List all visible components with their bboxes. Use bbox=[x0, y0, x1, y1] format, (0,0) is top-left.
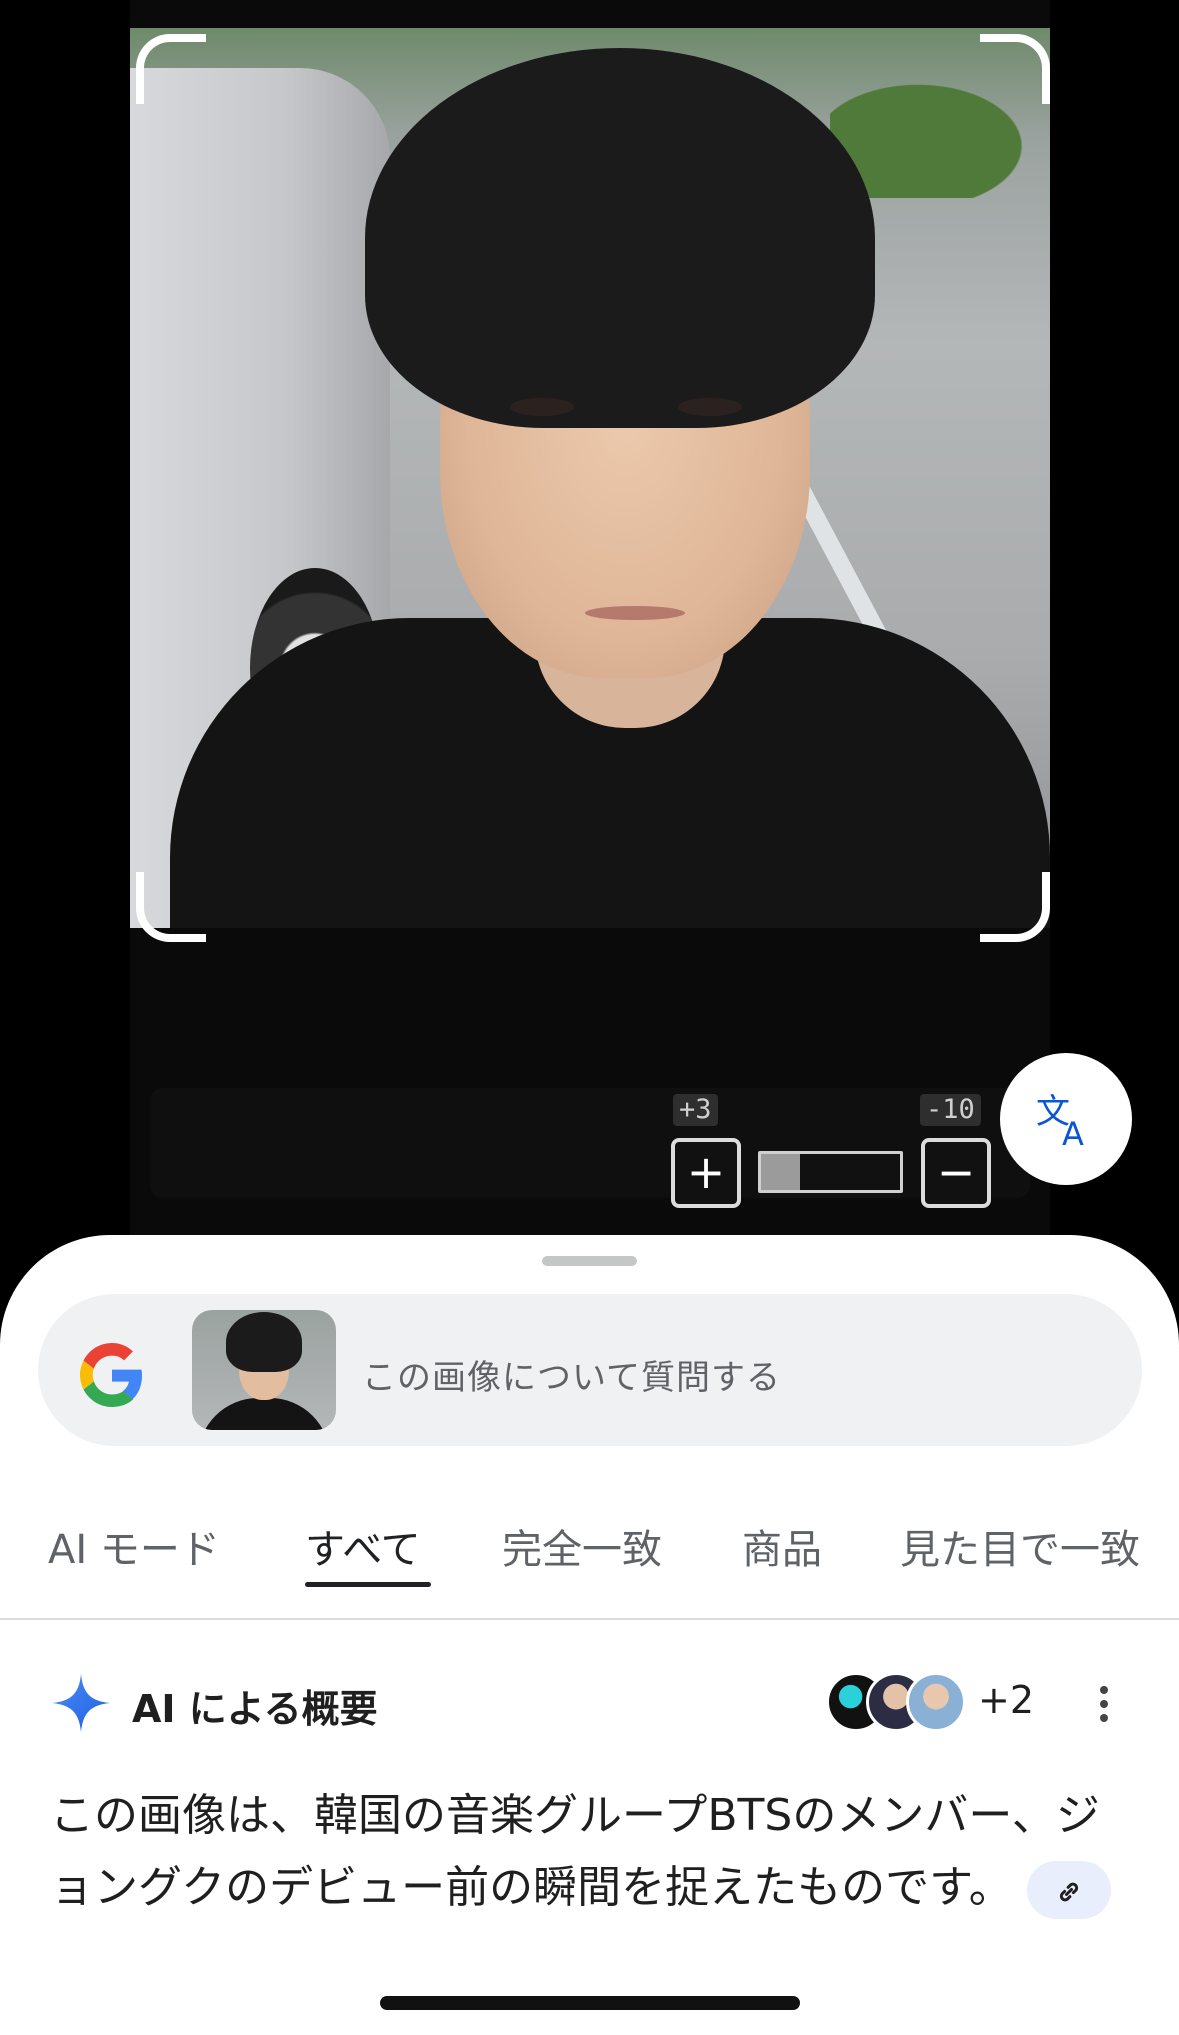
crop-handle-bottom-right[interactable] bbox=[980, 872, 1050, 942]
tab-ai-mode[interactable]: AI モード bbox=[48, 1517, 220, 1575]
svg-text:A: A bbox=[1062, 1115, 1084, 1151]
ai-overview-title: AI による概要 bbox=[132, 1687, 378, 1731]
tab-visual-matches[interactable]: 見た目で一致 bbox=[900, 1517, 1140, 1575]
tab-products[interactable]: 商品 bbox=[742, 1517, 822, 1575]
translate-button[interactable]: 文 A bbox=[1000, 1053, 1132, 1185]
selected-photo bbox=[130, 28, 1050, 928]
zoom-level-bar[interactable] bbox=[758, 1151, 903, 1193]
home-indicator[interactable] bbox=[380, 1996, 800, 2010]
zoom-out-button[interactable]: − bbox=[921, 1138, 991, 1208]
crop-handle-top-left[interactable] bbox=[136, 34, 206, 104]
zoom-in-button[interactable]: + bbox=[671, 1138, 741, 1208]
result-tabs: AI モード すべて 完全一致 商品 見た目で一致 bbox=[0, 1470, 1179, 1620]
source-link-button[interactable] bbox=[1026, 1861, 1111, 1919]
zoom-level-fill bbox=[761, 1154, 800, 1190]
search-placeholder[interactable]: この画像について質問する bbox=[362, 1350, 781, 1399]
sparkle-icon bbox=[51, 1673, 111, 1733]
tab-exact-match[interactable]: 完全一致 bbox=[502, 1517, 662, 1575]
sheet-drag-handle[interactable] bbox=[542, 1256, 637, 1266]
crop-handle-bottom-left[interactable] bbox=[136, 872, 206, 942]
ai-overview-text: この画像は、韓国の音楽グループBTSのメンバー、ジョングクのデビュー前の瞬間を捉… bbox=[50, 1790, 1100, 1913]
image-viewer: +3 -10 + − 文 A bbox=[0, 0, 1179, 1260]
active-tab-indicator bbox=[305, 1582, 431, 1587]
query-image-thumbnail[interactable] bbox=[192, 1310, 336, 1430]
source-avatar[interactable] bbox=[906, 1672, 966, 1732]
zoom-out-step-label: -10 bbox=[920, 1094, 981, 1126]
crop-handle-top-right[interactable] bbox=[980, 34, 1050, 104]
more-vert-icon[interactable] bbox=[1094, 1686, 1114, 1726]
zoom-in-step-label: +3 bbox=[673, 1094, 718, 1126]
google-g-icon bbox=[80, 1343, 142, 1407]
link-icon bbox=[1059, 1882, 1078, 1902]
tab-all[interactable]: すべて bbox=[305, 1517, 421, 1575]
translate-icon: 文 A bbox=[1036, 1092, 1084, 1151]
more-sources-count[interactable]: +2 bbox=[978, 1678, 1034, 1722]
ai-overview-body: この画像は、韓国の音楽グループBTSのメンバー、ジョングクのデビュー前の瞬間を捉… bbox=[50, 1780, 1130, 1924]
